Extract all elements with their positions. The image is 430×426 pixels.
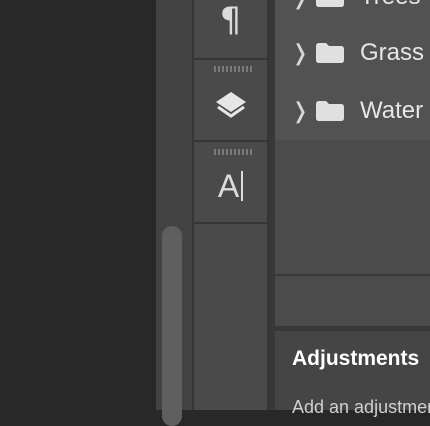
layer-group-name[interactable]: Grass	[360, 39, 424, 67]
layer-group-row[interactable]: ❭ Trees	[275, 0, 430, 25]
layers-icon	[215, 92, 246, 118]
chevron-right-icon[interactable]: ❭	[291, 99, 309, 122]
panel-icon-dock: ¶ A	[192, 0, 269, 410]
adjustments-description: Add an adjustment	[292, 397, 430, 417]
chevron-right-icon[interactable]: ❭	[291, 0, 309, 8]
canvas-area	[0, 0, 156, 410]
folder-icon	[316, 0, 344, 7]
layers-panel-button[interactable]	[194, 60, 267, 142]
adjustments-title[interactable]: Adjustments	[292, 347, 419, 371]
folder-icon	[316, 42, 344, 63]
chevron-right-icon[interactable]: ❭	[291, 41, 309, 64]
character-icon: A	[218, 168, 244, 205]
folder-icon	[316, 100, 344, 121]
layer-group-row[interactable]: ❭ Water	[275, 82, 430, 139]
layers-list: ❭ Trees ❭ Grass ❭ Water	[275, 0, 430, 140]
character-panel-button[interactable]: A	[194, 142, 267, 224]
layers-panel-footer	[275, 276, 430, 326]
paragraph-panel-button[interactable]: ¶	[194, 0, 267, 60]
scrollbar-thumb[interactable]	[162, 226, 182, 426]
paragraph-icon: ¶	[219, 0, 242, 40]
layer-group-name[interactable]: Water	[360, 97, 423, 125]
layer-group-name[interactable]: Trees	[360, 0, 420, 11]
adjustments-panel: Adjustments Add an adjustment	[275, 331, 430, 417]
layer-group-row[interactable]: ❭ Grass	[275, 24, 430, 81]
